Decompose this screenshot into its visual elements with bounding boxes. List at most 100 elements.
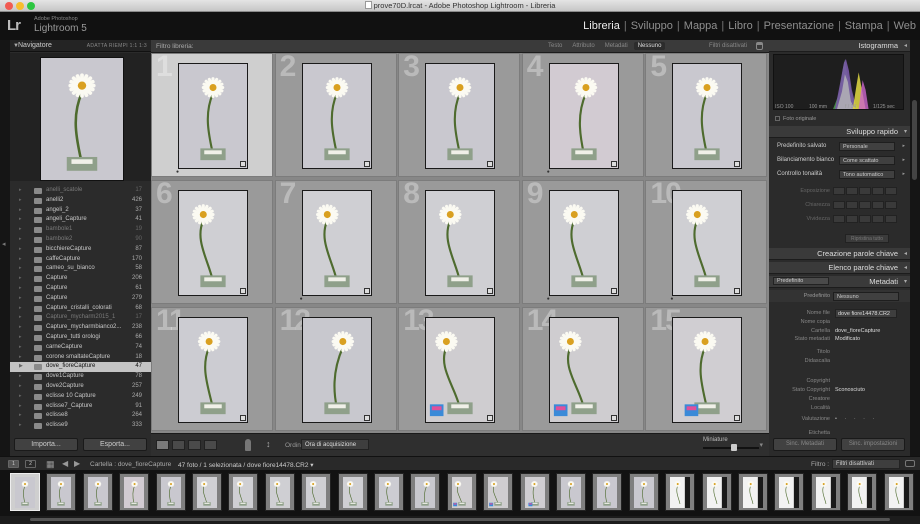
export-button[interactable]: Esporta...	[83, 438, 147, 451]
adjust-step-button[interactable]	[859, 215, 871, 223]
grid-cell[interactable]: 5	[645, 50, 768, 177]
checkbox-icon[interactable]	[775, 116, 780, 121]
disclosure-triangle-icon[interactable]: ▸	[19, 372, 22, 382]
adjust-step-button[interactable]	[872, 201, 884, 209]
keyword-list-header[interactable]: Elenco parole chiave ◂	[769, 262, 910, 274]
adjust-step-button[interactable]	[885, 201, 897, 209]
grid-cell[interactable]: 11	[151, 304, 273, 431]
folder-row[interactable]: ▸ anelli2 426	[10, 196, 151, 206]
edit-badge-icon[interactable]	[240, 161, 246, 167]
survey-view-icon[interactable]	[204, 440, 217, 450]
folder-row[interactable]: ▸ caffeCapture 170	[10, 255, 151, 265]
spray-can-icon[interactable]	[245, 439, 251, 451]
folder-row[interactable]: ▸ dove2Capture 257	[10, 382, 151, 392]
grid-cell[interactable]: 2	[274, 50, 397, 177]
filmstrip-thumbnail[interactable]	[483, 473, 514, 511]
filmstrip-thumbnail[interactable]	[410, 473, 441, 511]
folder-row[interactable]: ▸ Capture 61	[10, 284, 151, 294]
filter-switch-icon[interactable]	[905, 460, 915, 467]
filmstrip-scrollbar[interactable]	[0, 516, 920, 524]
disclosure-triangle-icon[interactable]: ▸	[19, 343, 22, 353]
sync-settings-button[interactable]: Sinc. impostazioni	[841, 438, 905, 451]
disclosure-triangle-icon[interactable]: ▸	[19, 225, 22, 235]
filmstrip-thumbnail[interactable]	[628, 473, 659, 511]
filmstrip-thumbnail[interactable]	[556, 473, 586, 511]
forward-arrow-icon[interactable]: ▶	[74, 459, 80, 468]
navigator-zoom-options[interactable]: ADATTA RIEMPI 1:1 1:3	[87, 43, 147, 49]
grid-cell[interactable]: 9 ●	[521, 177, 644, 304]
edit-badge-icon[interactable]	[487, 161, 494, 167]
quick-develop-select[interactable]: Come scattato	[839, 156, 895, 165]
module-5[interactable]: Presentazione	[764, 20, 834, 32]
grid-cell[interactable]: 13	[398, 304, 521, 431]
adjust-step-button[interactable]	[846, 201, 858, 209]
filmstrip-thumbnail[interactable]	[810, 473, 841, 511]
expand-triangle-icon[interactable]: ▸	[902, 157, 905, 163]
adjust-step-button[interactable]	[872, 215, 884, 223]
grid-cell[interactable]: 4 ●	[521, 50, 644, 177]
loupe-view-icon[interactable]	[172, 440, 185, 450]
sort-direction-icon[interactable]: ↕	[266, 439, 271, 449]
grid-icon[interactable]: ▦	[46, 459, 55, 470]
disclosure-triangle-icon[interactable]: ▸	[19, 186, 22, 196]
edit-badge-icon[interactable]	[487, 415, 494, 421]
original-photo-checkbox[interactable]: Foto originale	[775, 116, 816, 122]
filmstrip-thumbnail[interactable]	[774, 473, 805, 511]
disclosure-triangle-icon[interactable]: ▸	[19, 255, 22, 265]
disclosure-triangle-icon[interactable]: ▸	[19, 313, 22, 323]
collapse-triangle-icon[interactable]: ◂	[904, 264, 907, 271]
thumbnail-size-knob[interactable]	[730, 444, 737, 451]
module-4[interactable]: Libro	[728, 20, 752, 32]
folder-row[interactable]: ▶ dove_fioreCapture 47	[10, 362, 151, 373]
module-7[interactable]: Web	[894, 20, 916, 32]
edit-badge-icon[interactable]	[487, 288, 494, 294]
quick-develop-select[interactable]: Tono automatico	[839, 170, 895, 179]
collapse-triangle-icon[interactable]: ▾	[904, 278, 907, 285]
histogram-graph[interactable]	[773, 54, 904, 110]
grid-view-icon[interactable]	[156, 440, 169, 450]
disclosure-triangle-icon[interactable]: ▸	[19, 353, 22, 363]
disclosure-triangle-icon[interactable]: ▸	[19, 323, 22, 333]
metadata-value[interactable]: Sconosciuto	[835, 387, 865, 393]
folder-row[interactable]: ▸ bambole2 90	[10, 235, 151, 245]
disclosure-triangle-icon[interactable]: ▸	[19, 284, 22, 294]
photo-thumbnail[interactable]	[672, 317, 743, 423]
metadata-value[interactable]: Modificato	[835, 336, 860, 342]
module-1[interactable]: Libreria	[583, 20, 620, 32]
folder-row[interactable]: ▸ corone smaltateCapture 18	[10, 353, 151, 363]
disclosure-triangle-icon[interactable]: ▸	[19, 421, 22, 431]
filmstrip-thumbnail[interactable]	[46, 473, 77, 511]
filmstrip-thumbnail[interactable]	[374, 473, 404, 511]
folder-row[interactable]: ▸ bicchiereCapture 87	[10, 245, 151, 255]
folder-row[interactable]: ▸ Capture_cristalli_colorati 68	[10, 304, 151, 314]
folder-row[interactable]: ▸ eclisse 10 Capture 249	[10, 392, 151, 402]
photo-thumbnail[interactable]	[672, 63, 743, 169]
edit-badge-icon[interactable]	[363, 415, 370, 421]
filmstrip-count[interactable]: 47 foto / 1 selezionata / dove fiore1447…	[178, 461, 314, 469]
keyword-creation-header[interactable]: Creazione parole chiave ◂	[769, 248, 910, 260]
lock-icon[interactable]	[756, 42, 763, 50]
thumbnail-size-slider[interactable]	[703, 444, 759, 451]
filter-tab[interactable]: Testo	[544, 42, 566, 50]
filmstrip-thumbnail[interactable]	[82, 473, 113, 511]
filmstrip-source[interactable]: Cartella : dove_fioreCapture	[90, 461, 171, 468]
metadata-value[interactable]: dove_fioreCapture	[835, 328, 880, 334]
module-6[interactable]: Stampa	[845, 20, 883, 32]
disclosure-triangle-icon[interactable]: ▸	[19, 402, 22, 412]
collapse-triangle-icon[interactable]: ◂	[904, 42, 907, 49]
expand-triangle-icon[interactable]: ▸	[902, 171, 905, 177]
reset-all-button[interactable]: Ripristina tutto	[845, 234, 889, 243]
photo-thumbnail[interactable]	[178, 190, 248, 296]
adjust-step-button[interactable]	[885, 187, 897, 195]
filmstrip-thumbnail[interactable]	[119, 473, 150, 511]
disclosure-triangle-icon[interactable]: ▸	[19, 215, 22, 225]
folder-row[interactable]: ▸ dove1Capture 78	[10, 372, 151, 382]
edit-badge-icon[interactable]	[610, 161, 617, 167]
folder-row[interactable]: ▸ angeli_Capture 41	[10, 215, 151, 225]
grid-cell[interactable]: 1 ●	[151, 50, 273, 177]
grid-cell[interactable]: 12	[274, 304, 397, 431]
quick-develop-select[interactable]: Personale	[839, 142, 895, 151]
grid-cell[interactable]: 10 ●	[645, 177, 768, 304]
expand-triangle-icon[interactable]: ▸	[902, 143, 905, 149]
adjust-step-button[interactable]	[872, 187, 884, 195]
